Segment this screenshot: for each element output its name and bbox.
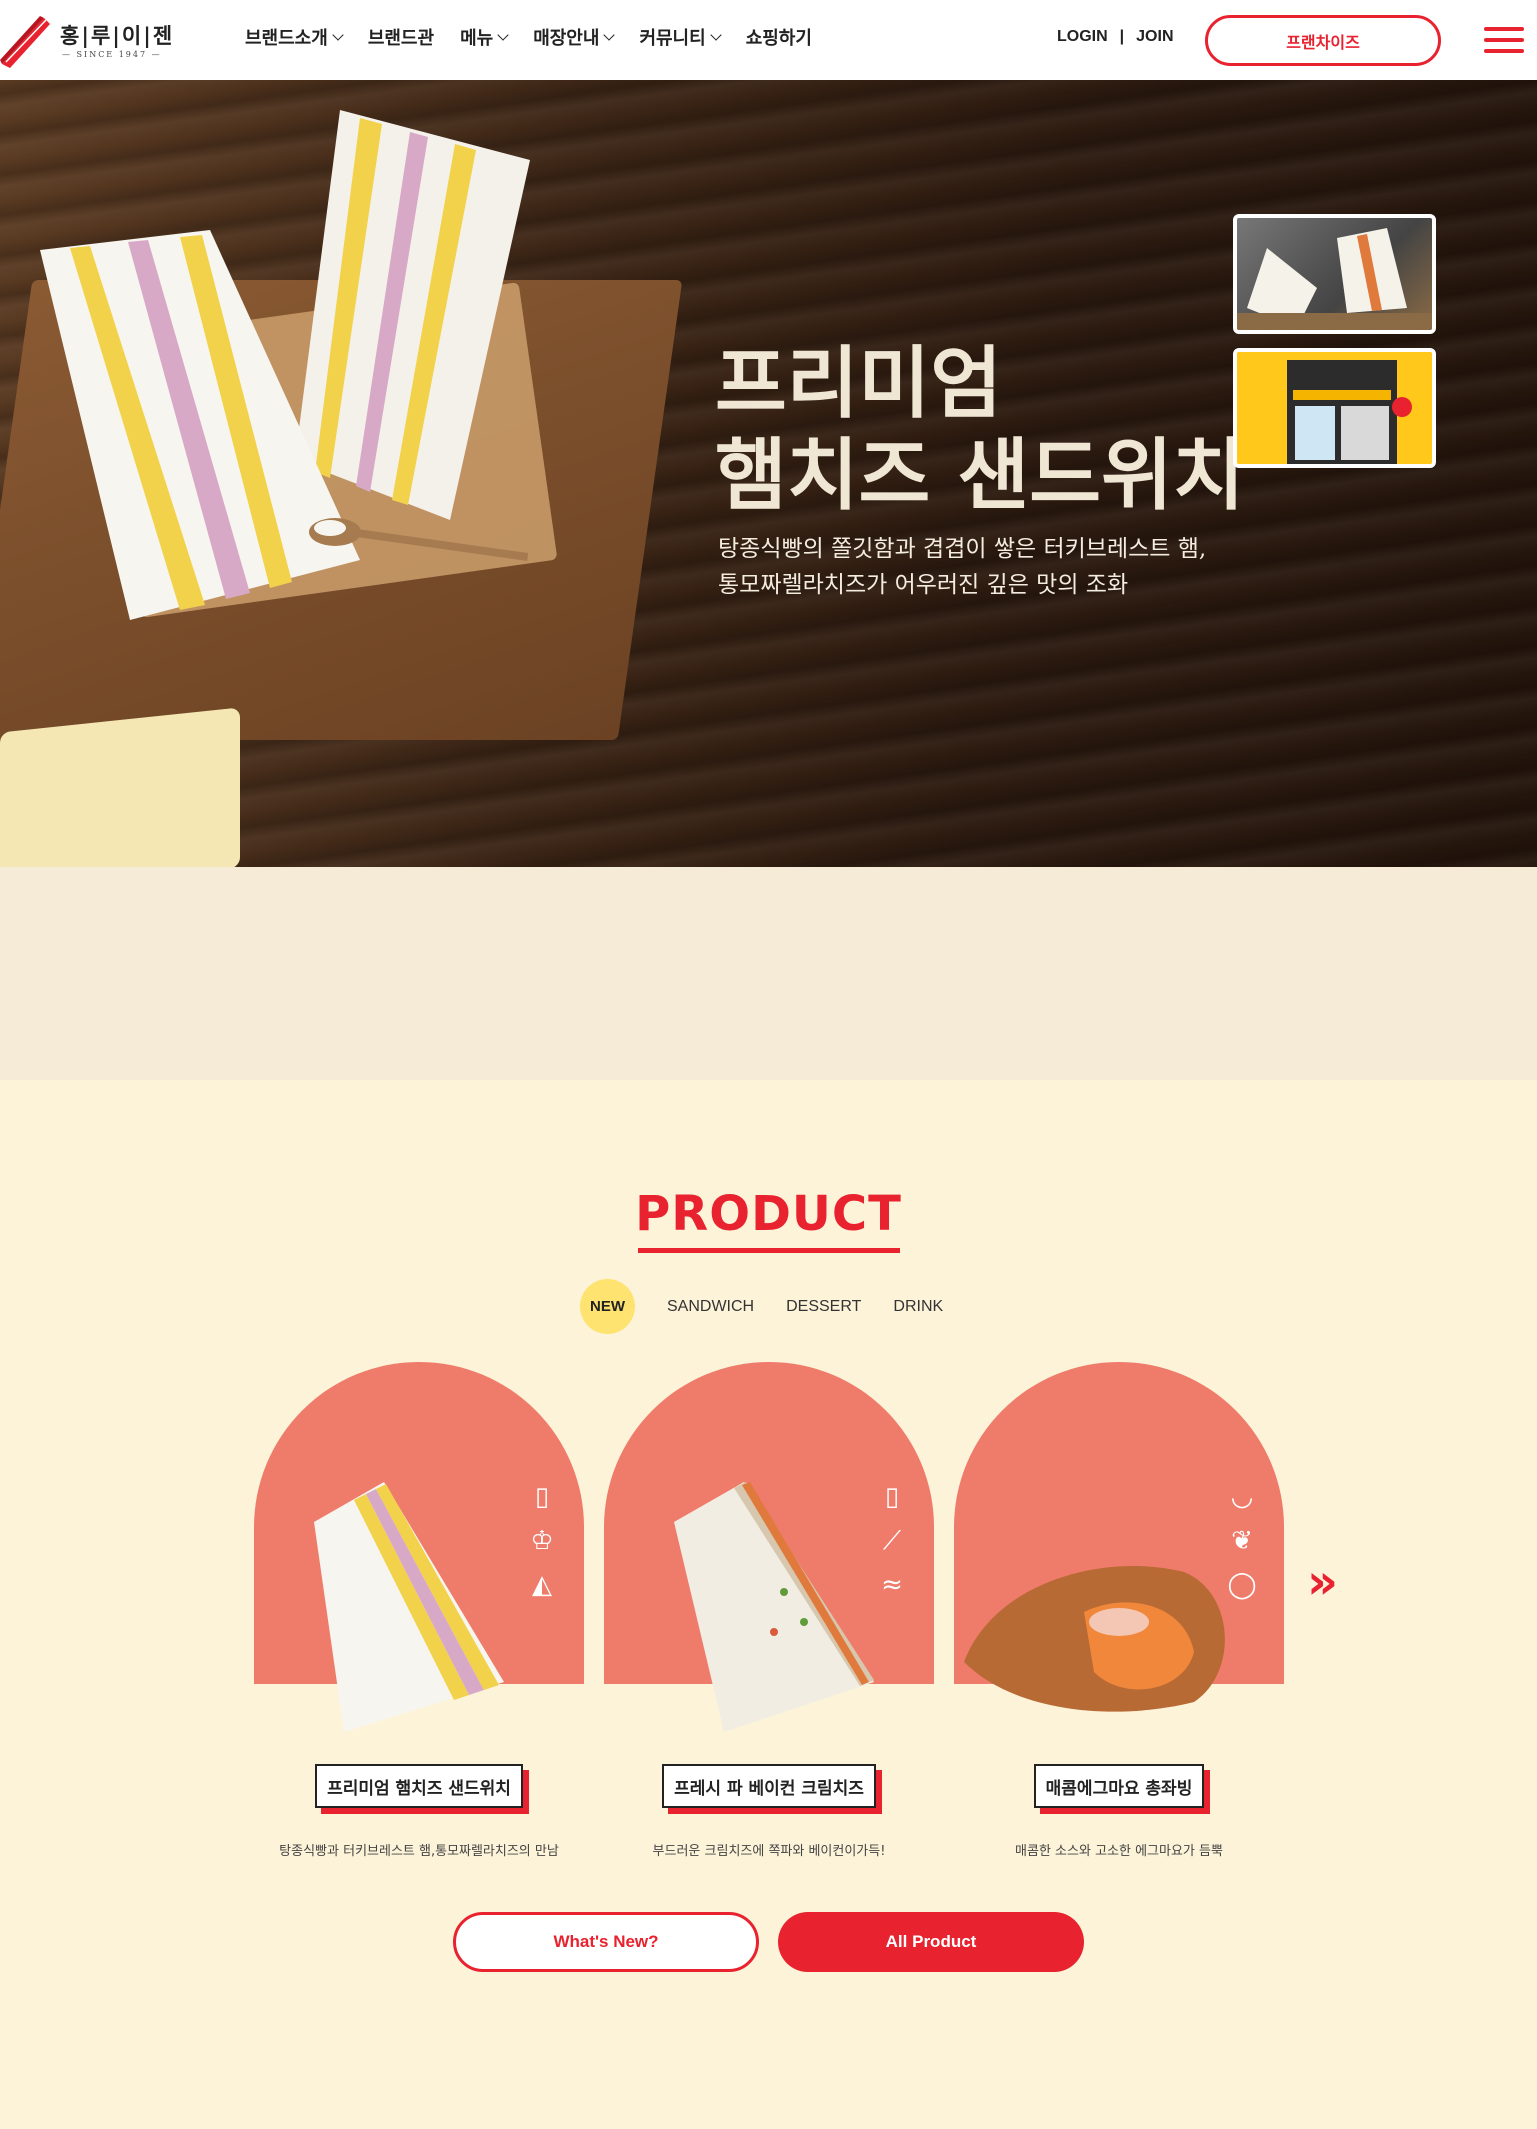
section-divider-band — [0, 867, 1537, 1080]
nav-item-menu[interactable]: 메뉴 — [460, 24, 509, 50]
hero-title: 프리미엄 햄치즈 샌드위치 — [715, 338, 1244, 522]
next-arrow-icon[interactable]: » — [1307, 1558, 1338, 1606]
cheese-icon: ◭ — [532, 1570, 552, 1600]
franchise-button[interactable]: 프랜차이즈 — [1205, 15, 1441, 66]
crown-icon: ♔ — [530, 1526, 554, 1556]
hero-thumbnail-sandwich[interactable] — [1233, 214, 1436, 334]
ham-cheese-sandwich-image — [314, 1482, 504, 1732]
bread-icon: ▯ — [884, 1482, 900, 1512]
product-description: 매콤한 소스와 고소한 에그마요가 듬뿍 — [1015, 1844, 1223, 1859]
tab-sandwich[interactable]: SANDWICH — [667, 1298, 754, 1316]
product-icons: ▯ ♔ ◭ — [522, 1482, 562, 1600]
product-icons: ▯ ⟋ ≈ — [872, 1482, 912, 1600]
main-nav: 브랜드소개 브랜드관 메뉴 매장안내 커뮤니티 쇼핑하기 — [245, 24, 812, 50]
bread-icon: ▯ — [534, 1482, 550, 1512]
sandwich-logo-icon — [0, 16, 50, 68]
hamburger-menu-icon[interactable] — [1484, 27, 1524, 53]
auth-separator: | — [1119, 28, 1125, 45]
brand-logo[interactable]: 홍|루|이|젠 — SINCE 1947 — — [0, 10, 200, 70]
product-name-label: 프레시 파 베이컨 크림치즈 — [662, 1764, 876, 1808]
whats-new-button[interactable]: What's New? — [453, 1912, 759, 1972]
join-link[interactable]: JOIN — [1136, 28, 1173, 46]
hero-subtitle-line: 탕종식빵의 쫄깃함과 겹겹이 쌓은 터키브레스트 햄, — [718, 536, 1207, 562]
brand-name: 홍|루|이|젠 — [60, 23, 175, 48]
bacon-icon: ≈ — [881, 1570, 903, 1600]
nav-label: 브랜드관 — [367, 28, 435, 49]
login-link[interactable]: LOGIN — [1057, 28, 1108, 46]
tab-new[interactable]: NEW — [580, 1279, 635, 1334]
product-description: 탕종식빵과 터키브레스트 햄,통모짜렐라치즈의 만남 — [279, 1844, 559, 1859]
nav-label: 매장안내 — [533, 28, 600, 49]
hero-subtitle-line: 통모짜렐라치즈가 어우러진 깊은 맛의 조화 — [718, 572, 1129, 598]
bacon-cream-cheese-sandwich-image — [674, 1482, 874, 1732]
product-tabs: NEW SANDWICH DESSERT DRINK — [580, 1279, 943, 1334]
product-name-label: 프리미엄 햄치즈 샌드위치 — [315, 1764, 523, 1808]
chevron-down-icon — [497, 29, 509, 41]
nav-label: 쇼핑하기 — [745, 28, 812, 49]
hero-subtitle: 탕종식빵의 쫄깃함과 겹겹이 쌓은 터키브레스트 햄, 통모짜렐라치즈가 어우러… — [718, 531, 1206, 603]
hero-thumbnail-store[interactable] — [1233, 348, 1436, 468]
hero-title-line: 햄치즈 샌드위치 — [715, 430, 1245, 521]
all-product-button[interactable]: All Product — [778, 1912, 1084, 1972]
nav-label: 커뮤니티 — [639, 28, 706, 49]
nav-item-community[interactable]: 커뮤니티 — [639, 24, 722, 50]
egg-icon: ◯ — [1227, 1570, 1257, 1600]
store-thumbnail-image — [1237, 352, 1432, 464]
nav-label: 메뉴 — [460, 28, 494, 49]
product-title-underline — [638, 1248, 900, 1253]
chevron-down-icon — [332, 29, 344, 41]
tab-drink[interactable]: DRINK — [893, 1298, 943, 1316]
product-section-title: PRODUCT — [635, 1186, 902, 1242]
hero-banner: 프리미엄 햄치즈 샌드위치 탕종식빵의 쫄깃함과 겹겹이 쌓은 터키브레스트 햄… — [0, 80, 1537, 867]
nav-item-shopping[interactable]: 쇼핑하기 — [746, 24, 812, 50]
hero-sandwich-image — [40, 110, 530, 620]
nav-item-brand-hall[interactable]: 브랜드관 — [368, 24, 434, 50]
cheese-slice-image — [0, 707, 240, 867]
plate-icon: ◡ — [1230, 1482, 1254, 1512]
auth-links: LOGIN | JOIN — [1057, 28, 1174, 46]
chevron-down-icon — [603, 29, 616, 41]
chevron-down-icon — [710, 29, 722, 41]
egg-mayo-pastry-image — [964, 1566, 1225, 1712]
green-onion-icon: ⟋ — [882, 1526, 902, 1556]
brand-since-text: SINCE 1947 — [76, 50, 148, 59]
product-name-label: 매콤에그마요 총좌빙 — [1034, 1764, 1204, 1808]
product-description: 부드러운 크림치즈에 쪽파와 베이컨이가득! — [652, 1844, 886, 1859]
sandwich-thumbnail-image — [1237, 228, 1432, 330]
nav-item-brand-intro[interactable]: 브랜드소개 — [245, 24, 344, 50]
hero-title-line: 프리미엄 — [715, 338, 1003, 429]
nav-item-stores[interactable]: 매장안내 — [533, 24, 616, 50]
product-icons: ◡ ❦ ◯ — [1222, 1482, 1262, 1600]
tab-dessert[interactable]: DESSERT — [786, 1298, 861, 1316]
brand-since: — SINCE 1947 — — [62, 50, 162, 59]
nav-label: 브랜드소개 — [245, 28, 328, 49]
site-header: 홍|루|이|젠 — SINCE 1947 — 브랜드소개 브랜드관 메뉴 매장안… — [0, 0, 1537, 80]
chili-icon: ❦ — [1231, 1526, 1253, 1556]
